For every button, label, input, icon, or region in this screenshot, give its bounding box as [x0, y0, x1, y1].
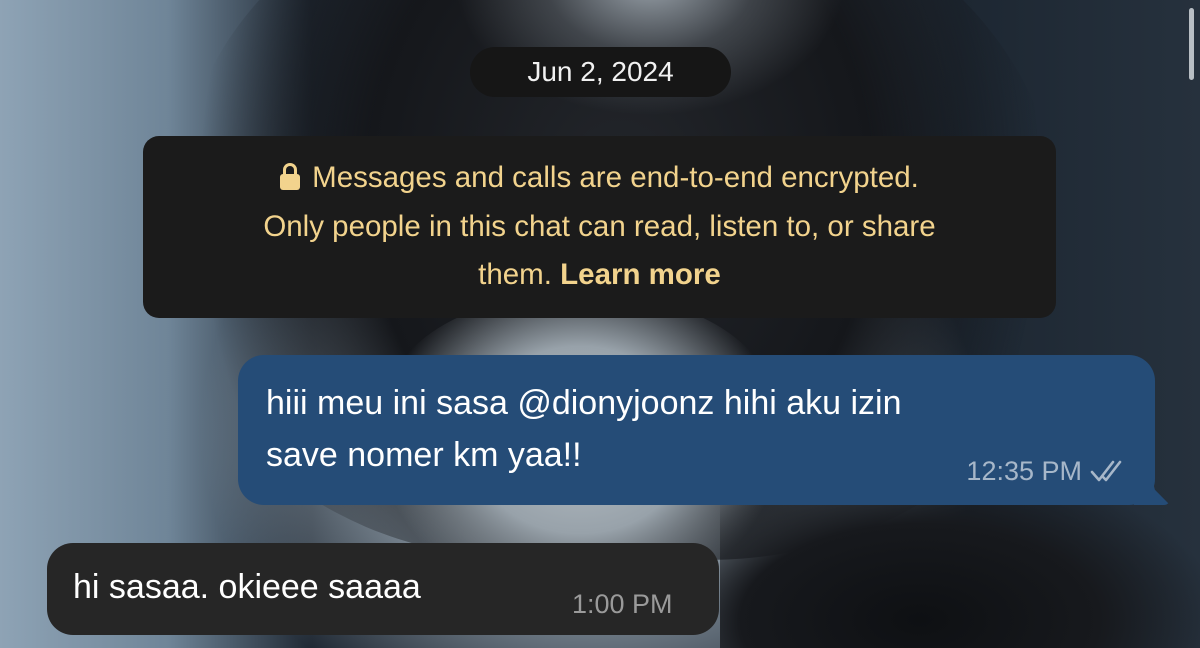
outgoing-message-time: 12:35 PM — [966, 456, 1082, 486]
encryption-text-1: Messages and calls are end-to-end encryp… — [312, 161, 919, 194]
incoming-message-time: 1:00 PM — [572, 589, 673, 619]
incoming-message-text: hi sasaa. okieee saaaa — [73, 568, 421, 606]
wallpaper-jacket — [720, 480, 1200, 648]
encryption-line-3: them. Learn more — [143, 251, 1056, 300]
encryption-text-3: them. — [478, 258, 561, 291]
double-check-read-icon — [1090, 458, 1128, 491]
encryption-line-1: Messages and calls are end-to-end encryp… — [143, 154, 1056, 203]
outgoing-message-meta: 12:35 PM — [966, 455, 1128, 487]
date-separator: Jun 2, 2024 — [470, 47, 731, 97]
outgoing-message[interactable]: hiii meu ini sasa @dionyjoonz hihi aku i… — [238, 355, 1170, 505]
learn-more-link[interactable]: Learn more — [560, 258, 721, 291]
incoming-message[interactable]: hi sasaa. okieee saaaa 1:00 PM — [47, 543, 727, 635]
encryption-line-2: Only people in this chat can read, liste… — [263, 209, 936, 243]
encryption-notice[interactable]: Messages and calls are end-to-end encryp… — [143, 136, 1056, 318]
lock-icon — [280, 163, 301, 190]
outgoing-message-line-1: hiii meu ini sasa @dionyjoonz hihi aku i… — [266, 384, 902, 422]
scrollbar[interactable] — [1189, 8, 1194, 80]
